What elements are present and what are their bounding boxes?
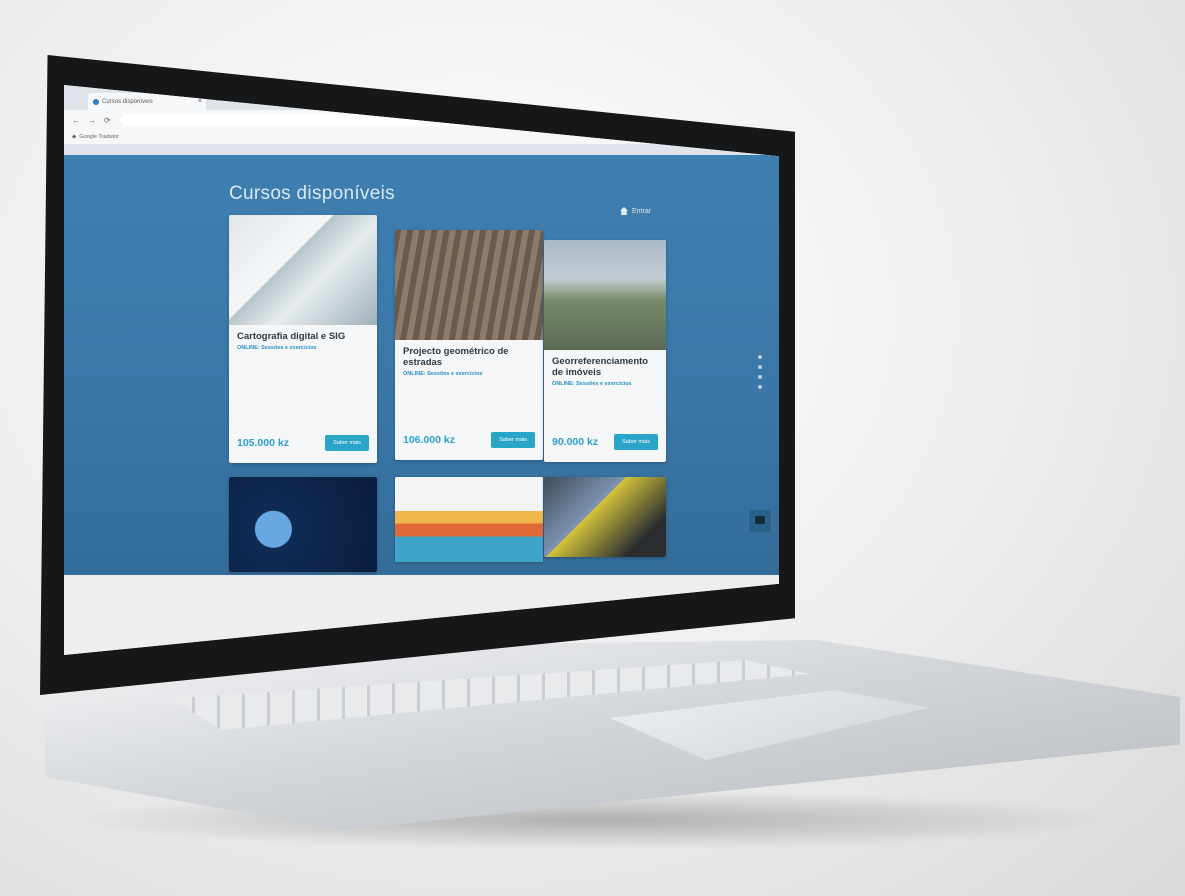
favicon-icon [93, 98, 99, 105]
course-price: 90.000 kz [552, 436, 599, 448]
tab-title: Cursos disponíveis [102, 98, 153, 105]
extension-icon[interactable]: ✦ [724, 116, 730, 124]
course-card[interactable]: Georreferenciamento de imóveis ONLINE: S… [544, 240, 666, 462]
home-icon [620, 207, 628, 215]
course-card[interactable] [395, 477, 543, 562]
course-price: 105.000 kz [237, 437, 289, 449]
extension-icon[interactable]: ◧ [708, 116, 715, 124]
course-title: Georreferenciamento de imóveis [552, 356, 649, 378]
laptop-screen: Cursos disponíveis × + ← → ⟳ ◧ ✦ ● ⋮ ◆ G… [64, 85, 779, 655]
course-tag: ONLINE: Sessões e exercícios [237, 345, 317, 351]
tablet-map-image [229, 215, 377, 325]
reload-icon[interactable]: ⟳ [104, 116, 111, 125]
pagination-dot[interactable] [758, 355, 762, 359]
railway-image [395, 230, 543, 340]
course-title: Cartografia digital e SIG [237, 331, 346, 342]
course-more-button[interactable]: Saber mais [614, 434, 658, 450]
account-label: Entrar [632, 207, 652, 215]
bookmark-icon: ◆ [72, 134, 77, 140]
course-more-button[interactable]: Saber mais [491, 432, 535, 448]
forward-icon[interactable]: → [88, 116, 96, 125]
course-footer: 105.000 kz Saber mais [237, 435, 369, 451]
course-title: Projecto geométrico de estradas [403, 346, 509, 368]
aerial-image [544, 240, 666, 350]
course-price: 106.000 kz [403, 434, 455, 446]
laptop-scene: Cursos disponíveis × + ← → ⟳ ◧ ✦ ● ⋮ ◆ G… [0, 0, 1185, 896]
pagination-dots [758, 355, 762, 389]
course-card[interactable] [229, 477, 377, 572]
pagination-dot[interactable] [758, 365, 762, 369]
field-worker-image [544, 477, 666, 557]
course-card[interactable]: Projecto geométrico de estradas ONLINE: … [395, 230, 543, 460]
course-tag: ONLINE: Sessões e exercícios [552, 381, 632, 387]
page-title: Cursos disponíveis [229, 183, 395, 204]
courses-page: Cursos disponíveis Entrar Cartografia di… [64, 155, 779, 575]
course-card[interactable]: Cartografia digital e SIG ONLINE: Sessõe… [229, 215, 377, 463]
bookmark-item[interactable]: Google Tradutor [79, 134, 119, 140]
account-link[interactable]: Entrar [620, 207, 651, 215]
chat-icon[interactable] [749, 510, 771, 532]
tech-globe-image [229, 477, 377, 572]
menu-icon[interactable]: ⋮ [752, 116, 759, 124]
profile-icon[interactable]: ● [739, 116, 743, 124]
course-tag: ONLINE: Sessões e exercícios [403, 371, 483, 377]
back-icon[interactable]: ← [72, 116, 80, 125]
city-illustration-image [395, 477, 543, 562]
course-footer: 90.000 kz Saber mais [552, 434, 658, 450]
course-footer: 106.000 kz Saber mais [403, 432, 535, 448]
course-more-button[interactable]: Saber mais [325, 435, 369, 451]
course-card[interactable] [544, 477, 666, 557]
extension-icons: ◧ ✦ ● ⋮ [708, 116, 759, 124]
pagination-dot[interactable] [758, 375, 762, 379]
close-icon[interactable]: × [198, 98, 202, 105]
pagination-dot[interactable] [758, 385, 762, 389]
